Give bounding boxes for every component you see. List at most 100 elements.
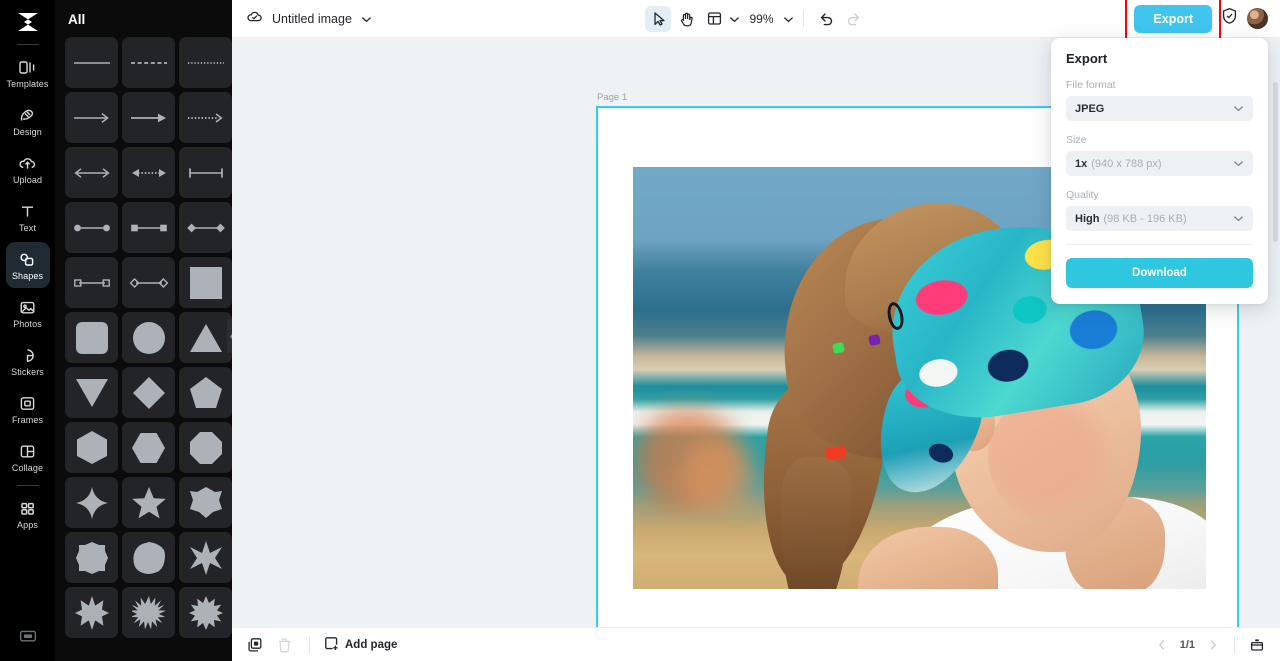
quality-select[interactable]: High (98 KB - 196 KB) bbox=[1066, 206, 1253, 231]
undo-button[interactable] bbox=[813, 6, 839, 32]
export-button[interactable]: Export bbox=[1134, 4, 1212, 33]
shape-circle[interactable] bbox=[122, 312, 175, 363]
sidebar-item-label: Templates bbox=[6, 78, 49, 89]
shapes-panel: All bbox=[55, 0, 232, 661]
shape-square-ended-line[interactable] bbox=[122, 202, 175, 253]
shape-line-dashed[interactable] bbox=[122, 37, 175, 88]
page-indicator: 1/1 bbox=[1179, 638, 1195, 651]
shape-bar-line[interactable] bbox=[179, 147, 232, 198]
duplicate-page-icon[interactable] bbox=[244, 634, 266, 656]
shape-double-arrow[interactable] bbox=[65, 147, 118, 198]
rail-divider-apps bbox=[16, 485, 39, 486]
chevron-down-icon[interactable] bbox=[361, 10, 372, 28]
frames-icon bbox=[18, 394, 37, 413]
bottom-toolbar: Add page 1/1 bbox=[232, 627, 1280, 661]
sidebar-item-photos[interactable]: Photos bbox=[6, 290, 50, 336]
toolbar-left-group: Untitled image bbox=[232, 9, 372, 29]
shape-five-point-star[interactable] bbox=[122, 477, 175, 528]
shape-triangle-up[interactable] bbox=[179, 312, 232, 363]
export-panel-title: Export bbox=[1066, 51, 1108, 66]
zoom-level[interactable]: 99% bbox=[742, 12, 780, 26]
shape-dotted-double-arrow[interactable] bbox=[122, 147, 175, 198]
shape-eight-point-star[interactable] bbox=[179, 532, 232, 583]
shape-arrow-thin[interactable] bbox=[65, 92, 118, 143]
shape-six-point-blob[interactable] bbox=[179, 477, 232, 528]
layout-chevron-down-icon[interactable] bbox=[729, 10, 740, 28]
sidebar-item-upload[interactable]: Upload bbox=[6, 146, 50, 192]
shapes-icon bbox=[18, 250, 37, 269]
sidebar-item-design[interactable]: Design bbox=[6, 98, 50, 144]
panel-collapse-handle[interactable] bbox=[227, 319, 232, 353]
sidebar-item-templates[interactable]: Templates bbox=[6, 50, 50, 96]
layout-tool[interactable] bbox=[701, 6, 727, 32]
shape-pentagon[interactable] bbox=[179, 367, 232, 418]
canvas-scrollbar[interactable] bbox=[1273, 82, 1278, 242]
sidebar-item-shapes[interactable]: Shapes bbox=[5, 242, 50, 288]
shape-square[interactable] bbox=[179, 257, 232, 308]
add-page-label: Add page bbox=[345, 638, 398, 651]
shape-eight-point-blob[interactable] bbox=[65, 532, 118, 583]
shape-twelve-point-star[interactable] bbox=[179, 587, 232, 638]
shape-nine-point-blob[interactable] bbox=[122, 532, 175, 583]
shape-hexagon-horizontal[interactable] bbox=[122, 422, 175, 473]
shape-four-point-star[interactable] bbox=[65, 477, 118, 528]
shape-arrow-dotted[interactable] bbox=[179, 92, 232, 143]
shape-triangle-down[interactable] bbox=[65, 367, 118, 418]
sidebar-item-frames[interactable]: Frames bbox=[6, 386, 50, 432]
sidebar-item-text[interactable]: Text bbox=[6, 194, 50, 240]
app-window: Templates Design Upload Text Shapes Phot… bbox=[0, 0, 1280, 661]
text-icon bbox=[18, 202, 37, 221]
size-select[interactable]: 1x (940 x 788 px) bbox=[1066, 151, 1253, 176]
toolbar-right-group: Export bbox=[1125, 0, 1280, 42]
collage-icon bbox=[18, 442, 37, 461]
shape-rounded-square[interactable] bbox=[65, 312, 118, 363]
zoom-chevron-down-icon[interactable] bbox=[783, 10, 794, 28]
shape-hollow-square-line[interactable] bbox=[65, 257, 118, 308]
add-page-button[interactable]: Add page bbox=[324, 636, 397, 654]
shape-sunburst-star[interactable] bbox=[122, 587, 175, 638]
sidebar-item-collage[interactable]: Collage bbox=[6, 434, 50, 480]
sidebar-item-apps[interactable]: Apps bbox=[6, 491, 50, 537]
select-tool[interactable] bbox=[645, 5, 672, 32]
shape-hollow-diamond-line[interactable] bbox=[122, 257, 175, 308]
photos-icon bbox=[18, 298, 37, 317]
user-avatar[interactable] bbox=[1247, 8, 1268, 29]
shape-octagon[interactable] bbox=[179, 422, 232, 473]
download-button[interactable]: Download bbox=[1066, 258, 1253, 288]
apps-grid-icon bbox=[18, 499, 37, 518]
sidebar-item-label: Stickers bbox=[11, 366, 44, 377]
file-format-value: JPEG bbox=[1075, 102, 1105, 115]
size-detail: (940 x 788 px) bbox=[1091, 157, 1162, 170]
panel-title: All bbox=[68, 12, 86, 27]
redo-button[interactable] bbox=[841, 6, 867, 32]
trash-icon[interactable] bbox=[273, 634, 295, 656]
shape-line-solid[interactable] bbox=[65, 37, 118, 88]
page-label: Page 1 bbox=[597, 92, 628, 103]
shape-ten-point-star[interactable] bbox=[65, 587, 118, 638]
size-value: 1x bbox=[1075, 157, 1088, 170]
shape-diamond[interactable] bbox=[122, 367, 175, 418]
keyboard-shortcuts-icon[interactable] bbox=[13, 623, 43, 649]
chevron-down-icon bbox=[1233, 158, 1244, 170]
next-page-button[interactable] bbox=[1203, 635, 1223, 655]
page-manager-icon[interactable] bbox=[1246, 634, 1268, 656]
document-title[interactable]: Untitled image bbox=[272, 12, 352, 26]
app-logo-icon[interactable] bbox=[11, 7, 45, 37]
toolbar-center-group: 99% bbox=[232, 5, 1280, 32]
export-panel-divider bbox=[1066, 244, 1253, 245]
shield-check-icon[interactable] bbox=[1221, 7, 1238, 30]
sidebar-item-stickers[interactable]: Stickers bbox=[6, 338, 50, 384]
size-label: Size bbox=[1066, 134, 1087, 146]
shape-diamond-ended-line[interactable] bbox=[179, 202, 232, 253]
file-format-select[interactable]: JPEG bbox=[1066, 96, 1253, 121]
hand-tool[interactable] bbox=[673, 6, 699, 32]
shape-hexagon-vertical[interactable] bbox=[65, 422, 118, 473]
bottom-divider bbox=[309, 636, 310, 653]
shape-circle-ended-line[interactable] bbox=[65, 202, 118, 253]
sidebar-item-label: Text bbox=[19, 222, 36, 233]
sidebar-item-label: Frames bbox=[11, 414, 44, 425]
prev-page-button[interactable] bbox=[1152, 635, 1172, 655]
shape-arrow-solid[interactable] bbox=[122, 92, 175, 143]
shape-line-dotted[interactable] bbox=[179, 37, 232, 88]
bottom-left-group: Add page bbox=[232, 634, 397, 656]
